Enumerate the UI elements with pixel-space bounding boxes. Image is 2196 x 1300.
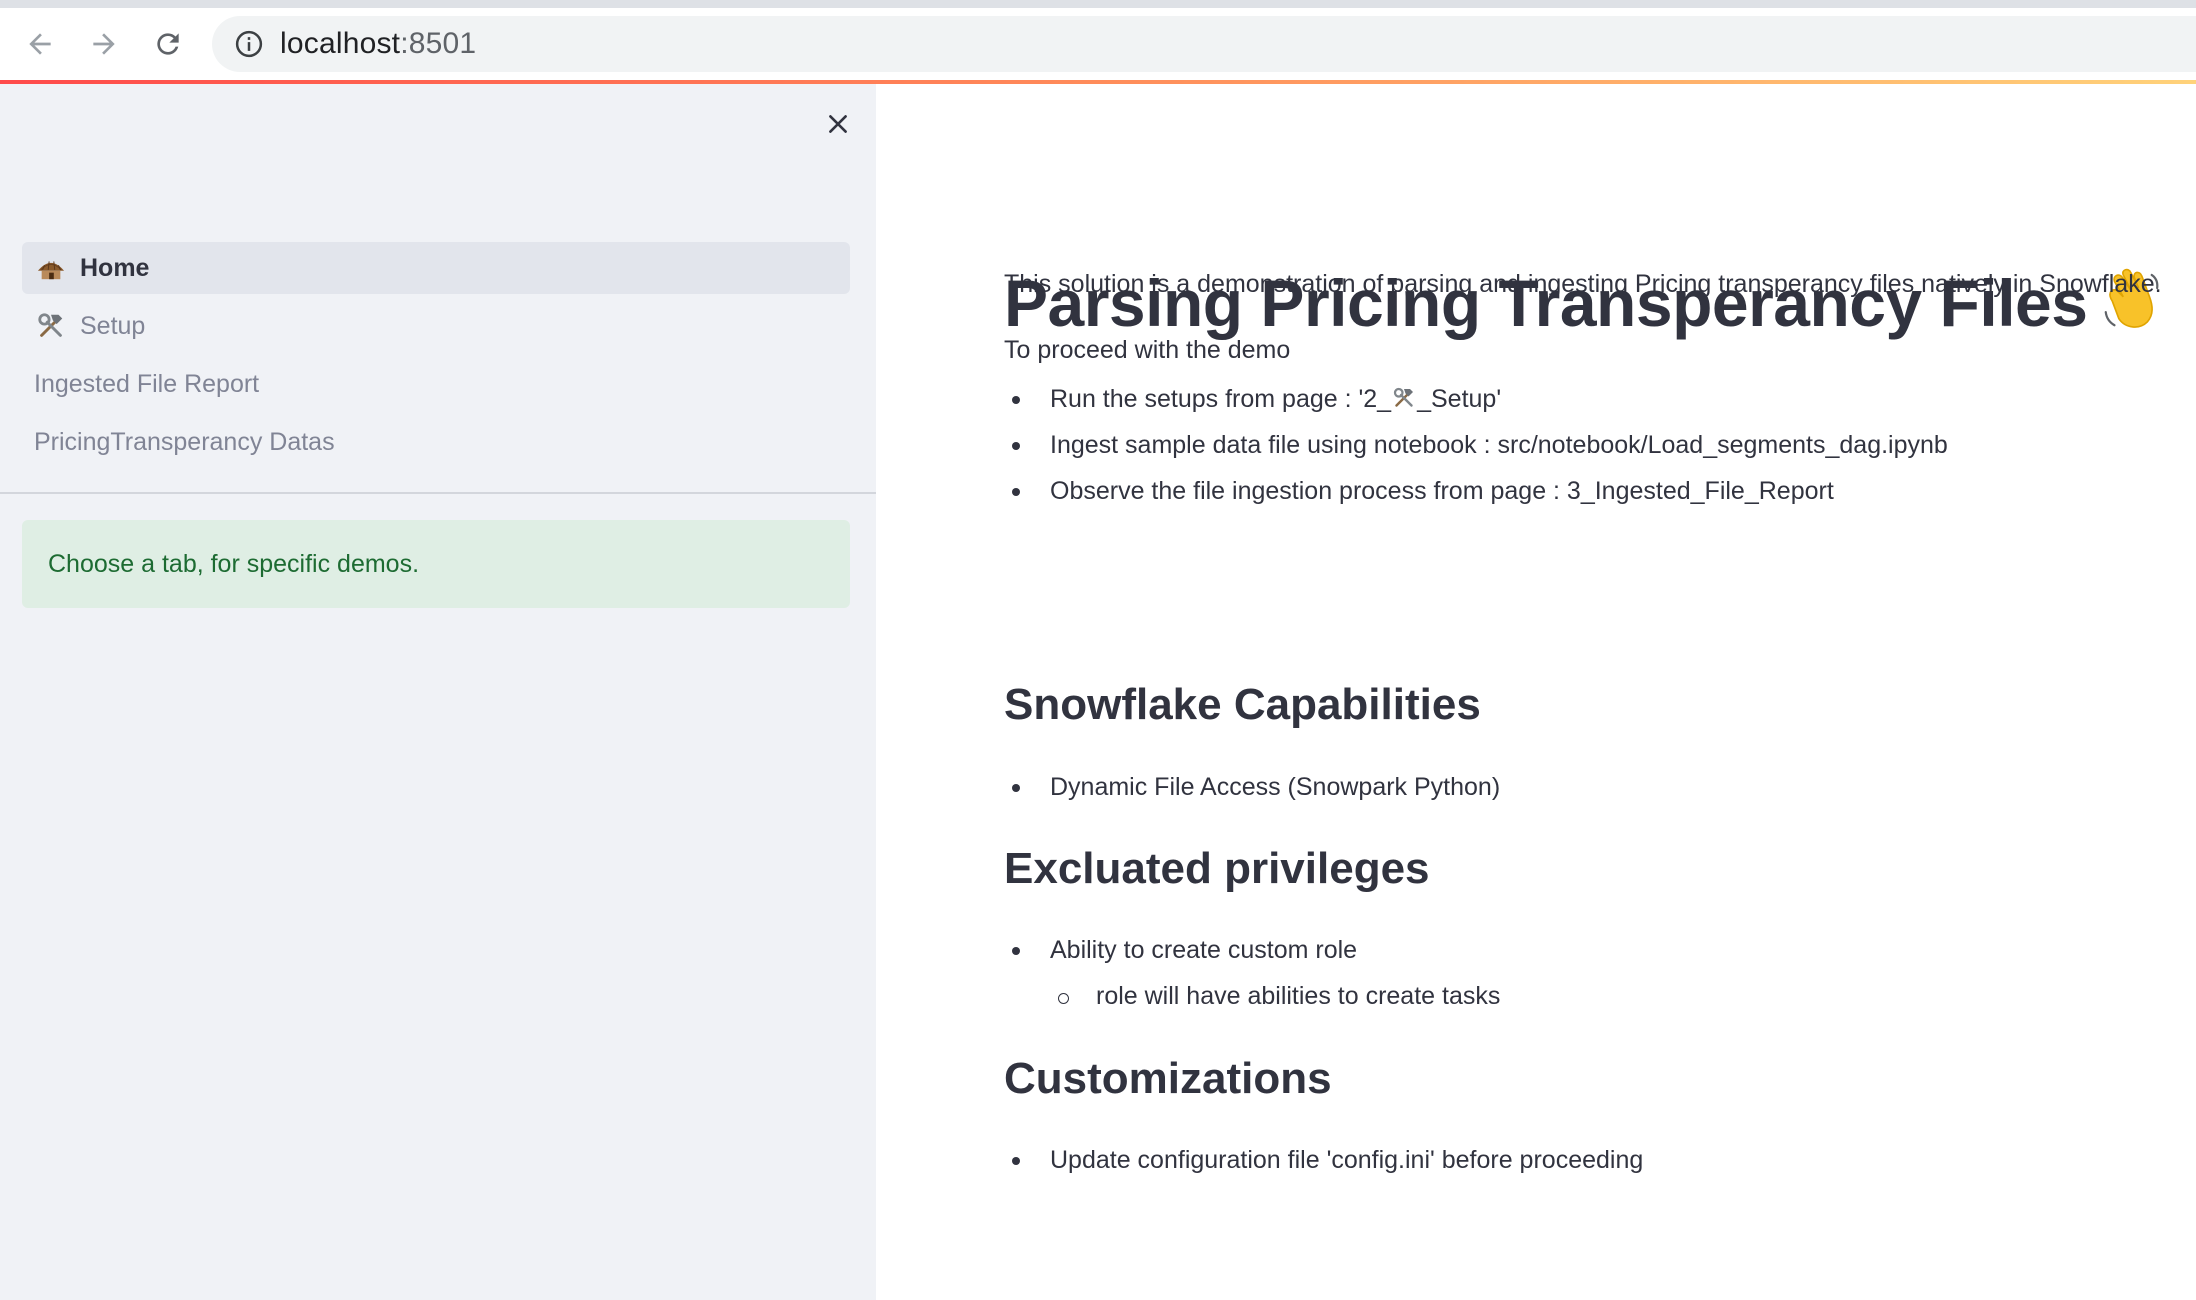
list-item: role will have abilities to create tasks — [1004, 973, 1500, 1019]
sidebar-nav: Home Setup Ingested File Report PricingT… — [22, 242, 850, 474]
close-sidebar-button[interactable] — [820, 106, 856, 142]
forward-button[interactable] — [82, 22, 126, 66]
sidebar-divider — [0, 492, 876, 494]
list-item: Dynamic File Access (Snowpark Python) — [1004, 764, 1500, 810]
sidebar-item-label: Setup — [80, 311, 146, 340]
site-info-icon[interactable] — [234, 29, 264, 59]
browser-toolbar: localhost:8501 — [0, 8, 2196, 80]
reload-button[interactable] — [146, 22, 190, 66]
url-port: :8501 — [400, 27, 477, 60]
step-text-after: _Setup' — [1417, 385, 1502, 413]
hut-icon — [34, 253, 68, 283]
privileges-heading: Excluated privileges — [1004, 844, 1430, 893]
sidebar: Home Setup Ingested File Report PricingT… — [0, 84, 876, 1300]
list-item: Run the setups from page : '2_ _Setup' — [1004, 376, 1948, 422]
customizations-heading: Customizations — [1004, 1054, 1332, 1103]
url-host: localhost — [280, 27, 401, 60]
steps-list: Run the setups from page : '2_ _Setup' I… — [1004, 376, 1948, 514]
arrow-left-icon — [29, 33, 51, 55]
list-item: Observe the file ingestion process from … — [1004, 468, 1948, 514]
sidebar-item-pricing-transperancy-datas[interactable]: PricingTransperancy Datas — [22, 416, 850, 468]
list-item: Ability to create custom role — [1004, 927, 1500, 973]
reload-icon — [157, 33, 179, 55]
arrow-right-icon — [93, 33, 115, 55]
sidebar-info-alert: Choose a tab, for specific demos. — [22, 520, 850, 608]
hammer-wrench-icon — [1393, 387, 1414, 407]
url-text: localhost:8501 — [280, 27, 476, 61]
hammer-wrench-icon — [34, 311, 68, 341]
intro-paragraph: This solution is a demonstration of pars… — [1004, 270, 2162, 298]
list-item: Ingest sample data file using notebook :… — [1004, 422, 1948, 468]
proceed-paragraph: To proceed with the demo — [1004, 336, 1291, 364]
list-item: Update configuration file 'config.ini' b… — [1004, 1137, 1643, 1183]
info-alert-text: Choose a tab, for specific demos. — [48, 549, 420, 578]
customizations-list: Update configuration file 'config.ini' b… — [1004, 1137, 1643, 1183]
browser-tab-strip — [0, 0, 2196, 8]
privileges-list: Ability to create custom role role will … — [1004, 927, 1500, 1019]
sidebar-item-home[interactable]: Home — [22, 242, 850, 294]
capabilities-list: Dynamic File Access (Snowpark Python) — [1004, 764, 1500, 810]
sidebar-item-ingested-file-report[interactable]: Ingested File Report — [22, 358, 850, 410]
close-icon — [829, 115, 847, 133]
sidebar-item-label: PricingTransperancy Datas — [34, 427, 335, 456]
sidebar-item-label: Ingested File Report — [34, 369, 260, 398]
sidebar-item-label: Home — [80, 253, 150, 282]
back-button[interactable] — [18, 22, 62, 66]
address-bar[interactable]: localhost:8501 — [212, 16, 2196, 72]
sidebar-item-setup[interactable]: Setup — [22, 300, 850, 352]
step-text-before: Run the setups from page : '2_ — [1050, 385, 1392, 413]
capabilities-heading: Snowflake Capabilities — [1004, 680, 1481, 729]
